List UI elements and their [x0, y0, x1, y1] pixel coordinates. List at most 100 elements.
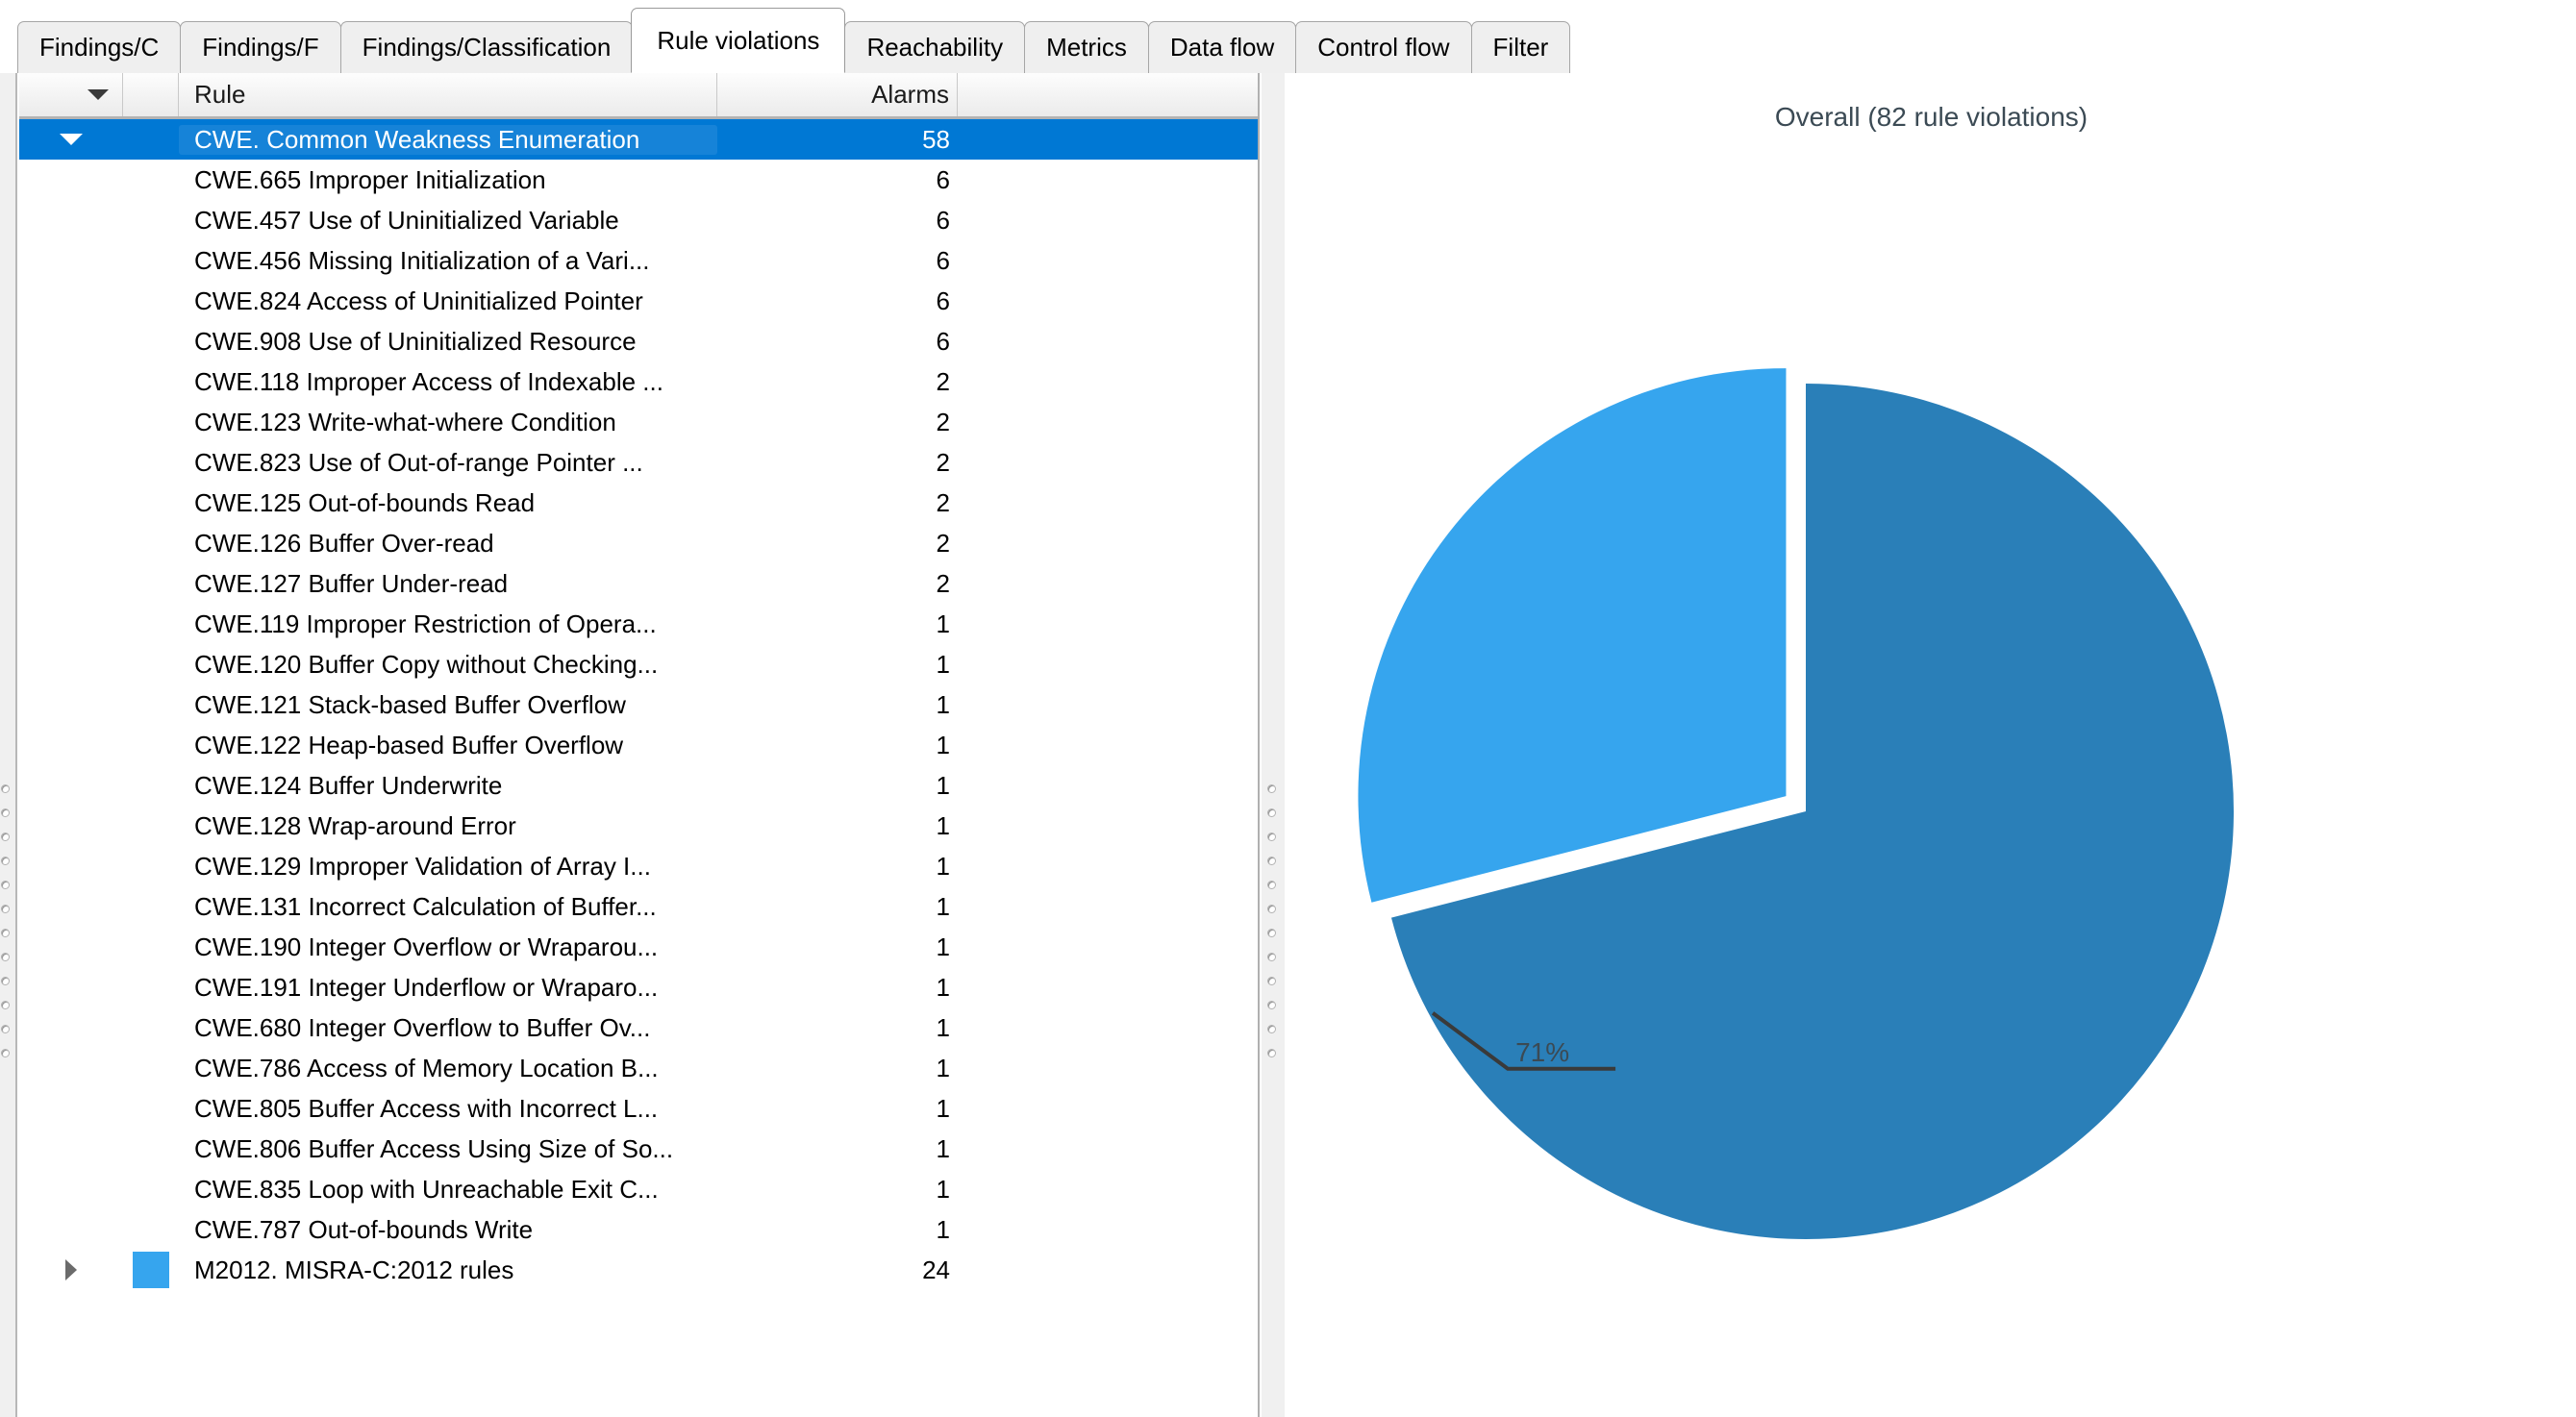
cell-alarms: 1	[936, 1133, 950, 1163]
column-header-alarms[interactable]: Alarms	[717, 73, 958, 116]
chevron-down-icon	[88, 89, 109, 100]
table-row[interactable]: CWE.665 Improper Initialization 6	[19, 160, 1258, 200]
pane-splitter-grip[interactable]	[1267, 784, 1276, 1073]
expander-expand-icon[interactable]	[65, 1259, 77, 1280]
cell-rule: CWE.835 Loop with Unreachable Exit C...	[194, 1174, 659, 1204]
splitter-dot	[1267, 905, 1276, 913]
table-row[interactable]: CWE.121 Stack-based Buffer Overflow 1	[19, 684, 1258, 725]
row-expander-cell[interactable]	[19, 134, 123, 145]
tab-strip: Findings/C Findings/F Findings/Classificat…	[17, 8, 1571, 73]
table-row[interactable]: CWE.191 Integer Underflow or Wraparo... 1	[19, 967, 1258, 1007]
cell-alarms: 2	[936, 528, 950, 558]
table-row[interactable]: CWE. Common Weakness Enumeration 58	[19, 119, 1258, 160]
rule-table-body: CWE. Common Weakness Enumeration 58 CWE.66…	[19, 119, 1258, 1290]
color-swatch	[133, 1252, 169, 1288]
table-row[interactable]: CWE.125 Out-of-bounds Read 2	[19, 483, 1258, 523]
cell-rule: CWE.806 Buffer Access Using Size of So..…	[194, 1133, 674, 1163]
cell-rule: CWE.680 Integer Overflow to Buffer Ov...	[194, 1012, 651, 1042]
cell-alarms: 2	[936, 487, 950, 517]
table-row[interactable]: CWE.787 Out-of-bounds Write 1	[19, 1209, 1258, 1250]
tab-rule-violations[interactable]: Rule violations	[631, 8, 846, 73]
cell-rule: CWE.119 Improper Restriction of Opera...	[194, 609, 657, 638]
table-row[interactable]: CWE.786 Access of Memory Location B... 1	[19, 1048, 1258, 1088]
cell-alarms: 6	[936, 286, 950, 315]
cell-rule: CWE.908 Use of Uninitialized Resource	[194, 326, 637, 356]
splitter-dot	[1267, 953, 1276, 961]
tab-data-flow[interactable]: Data flow	[1147, 21, 1297, 73]
cell-rule: CWE.120 Buffer Copy without Checking...	[194, 649, 659, 679]
cell-rule: CWE. Common Weakness Enumeration	[179, 124, 717, 155]
cell-alarms: 6	[936, 205, 950, 235]
table-row[interactable]: CWE.456 Missing Initialization of a Vari…	[19, 240, 1258, 281]
cell-rule: CWE.129 Improper Validation of Array I..…	[194, 851, 651, 881]
table-row[interactable]: CWE.128 Wrap-around Error 1	[19, 806, 1258, 846]
table-row[interactable]: CWE.190 Integer Overflow or Wraparou... 1	[19, 927, 1258, 967]
pane-splitter[interactable]	[1262, 73, 1285, 1417]
tab-metrics[interactable]: Metrics	[1024, 21, 1149, 73]
expander-collapse-icon[interactable]	[60, 134, 83, 145]
table-row[interactable]: CWE.127 Buffer Under-read 2	[19, 563, 1258, 604]
cell-rule: CWE.786 Access of Memory Location B...	[194, 1053, 659, 1082]
column-header-color[interactable]	[123, 73, 179, 116]
table-row[interactable]: CWE.806 Buffer Access Using Size of So..…	[19, 1129, 1258, 1169]
row-color-swatch-cell	[123, 1252, 179, 1288]
left-splitter-grip[interactable]	[1, 784, 14, 1073]
table-row[interactable]: CWE.126 Buffer Over-read 2	[19, 523, 1258, 563]
pie-chart[interactable]: 71%	[1287, 73, 2576, 1417]
table-row[interactable]: M2012. MISRA-C:2012 rules 24	[19, 1250, 1258, 1290]
cell-rule: CWE.122 Heap-based Buffer Overflow	[194, 730, 624, 759]
table-row[interactable]: CWE.129 Improper Validation of Array I..…	[19, 846, 1258, 886]
cell-alarms: 1	[936, 972, 950, 1002]
splitter-dot	[1, 808, 10, 817]
splitter-dot	[1, 833, 10, 841]
table-row[interactable]: CWE.805 Buffer Access with Incorrect L..…	[19, 1088, 1258, 1129]
tab-label: Findings/Classification	[362, 33, 612, 62]
table-row[interactable]: CWE.823 Use of Out-of-range Pointer ... 2	[19, 442, 1258, 483]
table-row[interactable]: CWE.908 Use of Uninitialized Resource 6	[19, 321, 1258, 361]
table-row[interactable]: CWE.122 Heap-based Buffer Overflow 1	[19, 725, 1258, 765]
tab-control-flow[interactable]: Control flow	[1295, 21, 1472, 73]
pie-slice-misra[interactable]	[1358, 368, 1787, 903]
cell-rule: CWE.457 Use of Uninitialized Variable	[194, 205, 619, 235]
table-row[interactable]: CWE.680 Integer Overflow to Buffer Ov...…	[19, 1007, 1258, 1048]
cell-alarms: 1	[936, 1093, 950, 1123]
table-row[interactable]: CWE.120 Buffer Copy without Checking... 1	[19, 644, 1258, 684]
cell-alarms: 1	[936, 649, 950, 679]
splitter-dot	[1267, 857, 1276, 865]
table-row[interactable]: CWE.131 Incorrect Calculation of Buffer.…	[19, 886, 1258, 927]
tab-label: Control flow	[1317, 33, 1450, 62]
tab-reachability[interactable]: Reachability	[844, 21, 1026, 73]
tab-filter[interactable]: Filter	[1470, 21, 1571, 73]
row-expander-cell[interactable]	[19, 1259, 123, 1280]
cell-rule: CWE.456 Missing Initialization of a Vari…	[194, 245, 650, 275]
column-header-filler	[958, 73, 1258, 116]
cell-alarms: 2	[936, 447, 950, 477]
cell-rule: CWE.191 Integer Underflow or Wraparo...	[194, 972, 659, 1002]
tab-label: Reachability	[866, 33, 1004, 62]
cell-alarms: 1	[936, 770, 950, 800]
tab-findings-c[interactable]: Findings/C	[17, 21, 182, 73]
column-header-rule-label: Rule	[194, 80, 246, 109]
tab-findings-classification[interactable]: Findings/Classification	[339, 21, 634, 73]
table-row[interactable]: CWE.824 Access of Uninitialized Pointer 6	[19, 281, 1258, 321]
table-row[interactable]: CWE.119 Improper Restriction of Opera...…	[19, 604, 1258, 644]
splitter-dot	[1, 784, 10, 793]
cell-rule: CWE.125 Out-of-bounds Read	[194, 487, 536, 517]
column-header-sort[interactable]	[19, 73, 123, 116]
splitter-dot	[1267, 881, 1276, 889]
splitter-dot	[1, 881, 10, 889]
left-splitter-rail[interactable]	[0, 73, 17, 1417]
table-row[interactable]: CWE.118 Improper Access of Indexable ...…	[19, 361, 1258, 402]
splitter-dot	[1, 929, 10, 937]
table-row[interactable]: CWE.457 Use of Uninitialized Variable 6	[19, 200, 1258, 240]
tab-bar: Findings/C Findings/F Findings/Classificat…	[0, 0, 2576, 73]
table-row[interactable]: CWE.123 Write-what-where Condition 2	[19, 402, 1258, 442]
column-header-rule[interactable]: Rule	[179, 73, 717, 116]
tab-findings-f[interactable]: Findings/F	[180, 21, 341, 73]
splitter-dot	[1, 857, 10, 865]
table-row[interactable]: CWE.124 Buffer Underwrite 1	[19, 765, 1258, 806]
cell-rule: CWE.118 Improper Access of Indexable ...	[194, 366, 663, 396]
rule-violations-view: Findings/C Findings/F Findings/Classificat…	[0, 0, 2576, 1417]
cell-rule: CWE.131 Incorrect Calculation of Buffer.…	[194, 891, 657, 921]
table-row[interactable]: CWE.835 Loop with Unreachable Exit C... 1	[19, 1169, 1258, 1209]
